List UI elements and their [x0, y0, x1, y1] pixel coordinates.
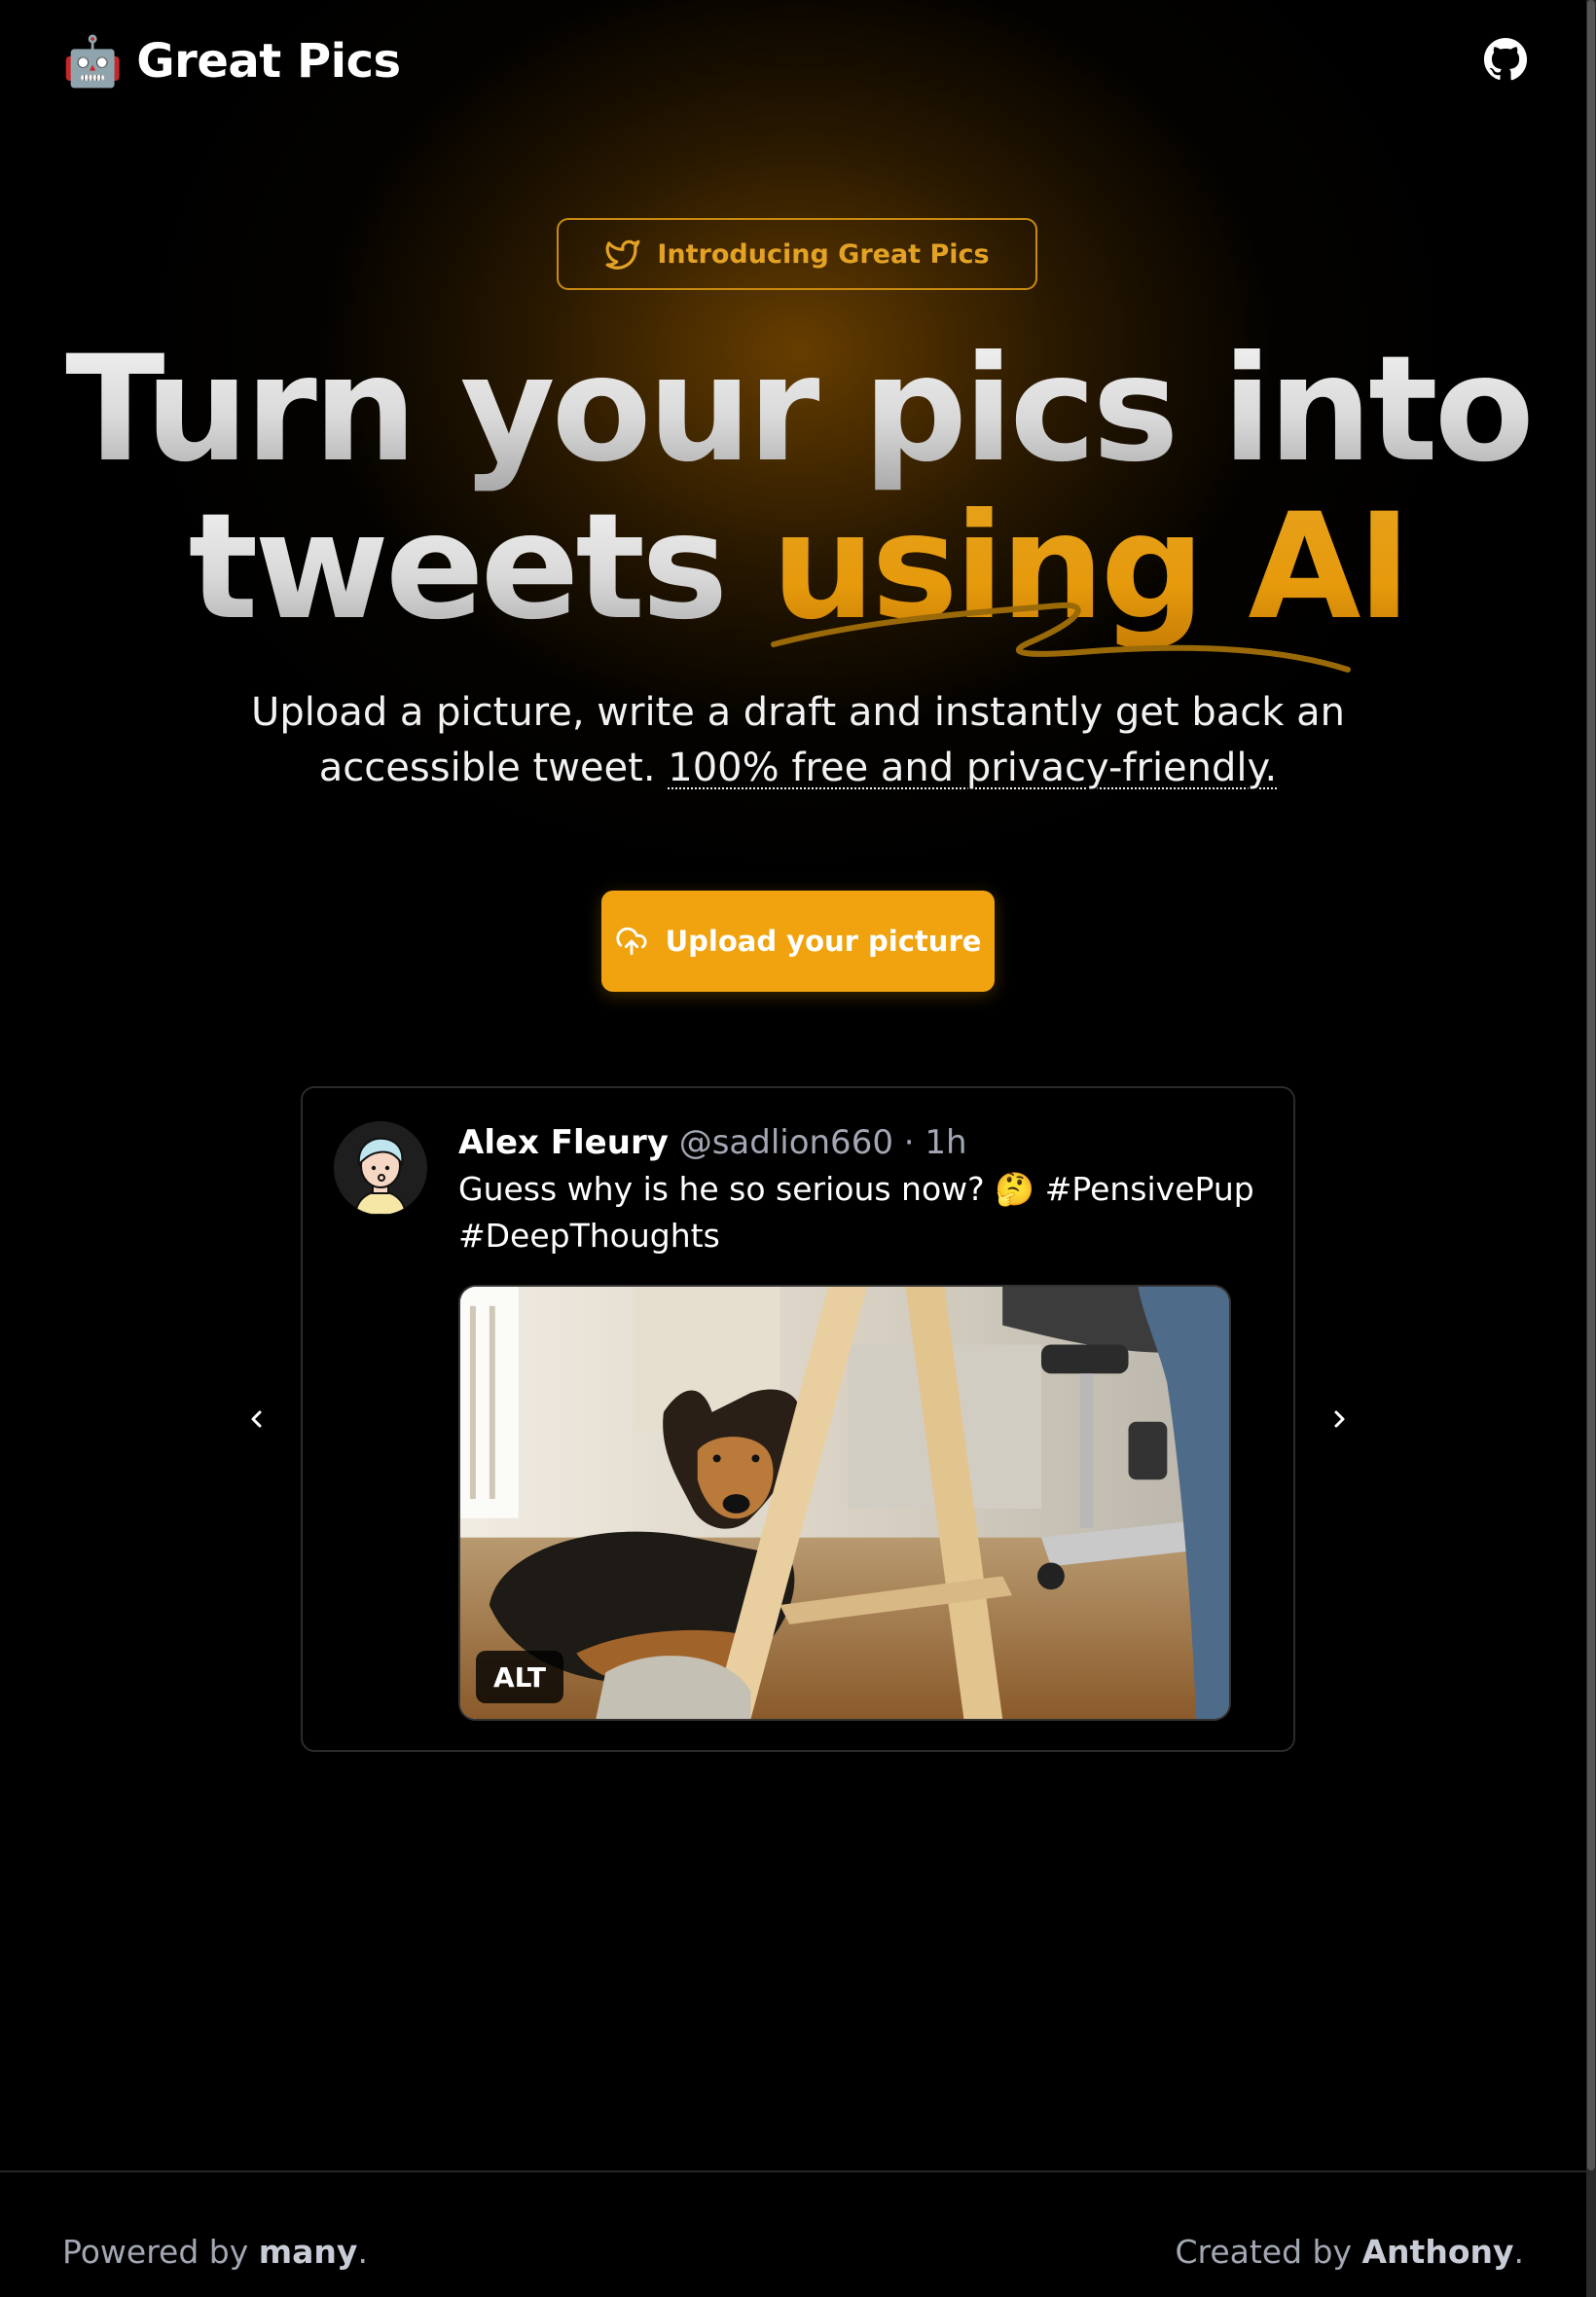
chevron-right-icon — [1334, 1410, 1345, 1428]
tweet-separator: · — [903, 1123, 915, 1162]
carousel-next-button[interactable] — [1320, 1400, 1359, 1439]
robot-icon: 🤖 — [62, 33, 124, 90]
footer: Powered by many. Created by Anthony. — [0, 2170, 1586, 2297]
upload-picture-button[interactable]: Upload your picture — [601, 891, 995, 992]
carousel-prev-button[interactable] — [237, 1400, 276, 1439]
tweet-author-name[interactable]: Alex Fleury — [458, 1123, 669, 1162]
alt-badge[interactable]: ALT — [476, 1651, 563, 1703]
chevron-left-icon — [251, 1410, 262, 1428]
tweet-card[interactable]: Alex Fleury @sadlion660 · 1h Guess why i… — [301, 1086, 1295, 1752]
created-by-prefix: Created by — [1175, 2233, 1362, 2271]
page: 🤖 Great Pics Introducing Great Pics Turn… — [0, 0, 1596, 2297]
cloud-upload-icon — [615, 927, 647, 956]
created-by-suffix: . — [1513, 2233, 1525, 2271]
powered-by-suffix: . — [357, 2233, 368, 2271]
created-by-link[interactable]: Anthony — [1362, 2233, 1514, 2271]
avatar[interactable] — [334, 1121, 427, 1215]
privacy-link[interactable]: 100% free and privacy-friendly. — [668, 746, 1277, 790]
tweet-text: Guess why is he so serious now? 🤔 #Pensi… — [458, 1170, 1254, 1255]
created-by: Created by Anthony. — [1175, 2233, 1524, 2271]
underline-squiggle — [771, 602, 1351, 673]
brand-name: Great Pics — [136, 34, 401, 89]
powered-by-prefix: Powered by — [62, 2233, 259, 2271]
github-icon — [1483, 37, 1528, 81]
intro-pill-label: Introducing Great Pics — [657, 238, 990, 270]
scrollbar-thumb[interactable] — [1587, 0, 1595, 2170]
github-link[interactable] — [1483, 37, 1534, 86]
user-avatar-illustration — [334, 1121, 427, 1215]
powered-by-link[interactable]: many — [259, 2233, 358, 2271]
tweet-header: Alex Fleury @sadlion660 · 1h — [458, 1119, 967, 1166]
tweet-image[interactable]: ALT — [458, 1285, 1231, 1721]
tweet-author-handle[interactable]: @sadlion660 — [679, 1123, 893, 1162]
hero-subtitle: Upload a picture, write a draft and inst… — [234, 685, 1362, 796]
intro-pill[interactable]: Introducing Great Pics — [557, 218, 1037, 290]
headline-line-1: Turn your pics into — [65, 325, 1535, 494]
twitter-bird-icon — [605, 239, 640, 270]
tweet-time: 1h — [925, 1123, 967, 1162]
dog-photo — [460, 1287, 1229, 1719]
powered-by: Powered by many. — [62, 2233, 368, 2271]
upload-picture-label: Upload your picture — [665, 925, 982, 958]
headline-line-2-white: tweets — [188, 483, 772, 652]
header: 🤖 Great Pics — [62, 27, 1534, 95]
brand-link[interactable]: 🤖 Great Pics — [62, 34, 401, 89]
